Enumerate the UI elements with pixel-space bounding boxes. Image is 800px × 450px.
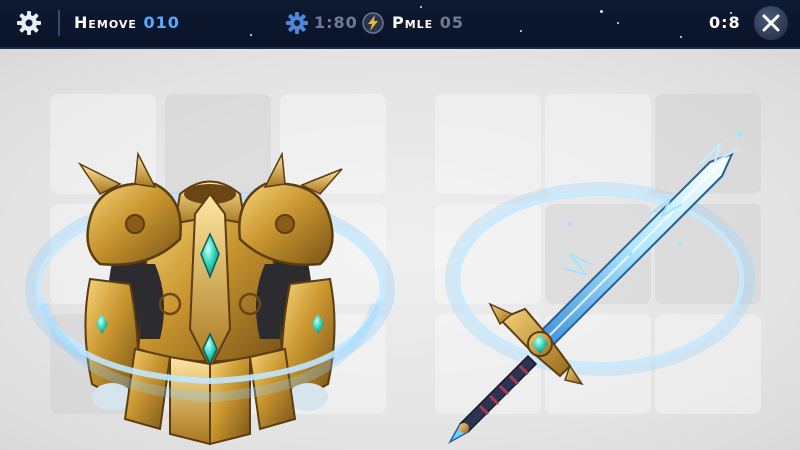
settings-button[interactable] bbox=[16, 10, 42, 36]
primary-stat-label: Hemove bbox=[74, 13, 137, 32]
primary-stat-value: 010 bbox=[143, 13, 180, 32]
inventory-area bbox=[0, 49, 800, 450]
gear-icon bbox=[17, 11, 41, 35]
resource-1: 1:80 bbox=[314, 13, 358, 32]
resource-1-value: 1:80 bbox=[314, 13, 358, 32]
close-button[interactable] bbox=[754, 6, 788, 40]
timer: 0:8 bbox=[709, 13, 741, 32]
primary-stat: Hemove 010 bbox=[74, 13, 180, 32]
timer-value: 0:8 bbox=[709, 13, 741, 32]
resource-2-value: 05 bbox=[439, 13, 465, 32]
hud-divider bbox=[58, 10, 60, 36]
close-icon bbox=[762, 14, 780, 32]
gear-coin-icon bbox=[286, 12, 308, 34]
resource-2: Pmle 05 bbox=[392, 13, 464, 32]
ice-sword-item[interactable] bbox=[420, 104, 780, 444]
lightning-icon bbox=[362, 12, 384, 34]
resource-2-label: Pmle bbox=[392, 13, 434, 32]
golden-armor-item[interactable] bbox=[20, 99, 400, 450]
top-hud-bar: Hemove 010 1:80 Pmle 05 0:8 bbox=[0, 0, 800, 49]
